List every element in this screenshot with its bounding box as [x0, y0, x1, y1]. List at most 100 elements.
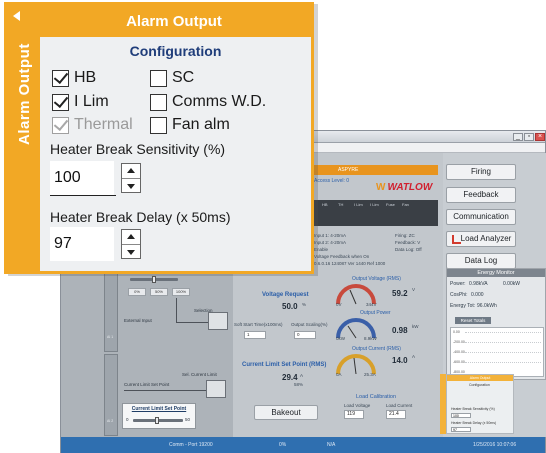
- data-log-button[interactable]: Data Log: [446, 253, 516, 269]
- alarm-header: I Lim: [370, 202, 379, 207]
- power-value-kw: 0.00kW: [503, 281, 520, 287]
- checkbox-box: [52, 115, 69, 134]
- selection-block: [208, 312, 228, 330]
- clsp-label: Current Limit Set Point (RMS): [242, 362, 327, 368]
- output-voltage-unit: V: [412, 287, 416, 292]
- status-datetime: 1/25/2016 10:07:06: [473, 442, 517, 448]
- popup-side-tab[interactable]: Alarm Output: [7, 5, 37, 271]
- output-scaling-input[interactable]: 0: [294, 331, 316, 339]
- alarm-status-table: HB TH I Lim I Lim Fuse Fan: [314, 200, 438, 226]
- mini-hb-sensitivity-label: Heater Break Sensitivity (%): [451, 407, 495, 411]
- input-slider-thumb[interactable]: [152, 276, 156, 283]
- status-comm: Comm - Port 19200: [169, 442, 213, 448]
- firing-button[interactable]: Firing: [446, 164, 516, 180]
- alarm-output-popup: Alarm Output Alarm Output Configuration …: [4, 2, 314, 274]
- popup-side-label: Alarm Output: [16, 43, 33, 145]
- clsp-slider-thumb[interactable]: [155, 417, 159, 424]
- current-gauge-needle: [353, 357, 357, 375]
- power-gauge-max: 8.9kW: [364, 336, 377, 341]
- feedback-button[interactable]: Feedback: [446, 187, 516, 203]
- mini-hb-delay-input[interactable]: 97: [451, 427, 471, 432]
- input-strip-1: AI 1: [104, 270, 118, 352]
- load-voltage-input[interactable]: 119: [344, 410, 364, 419]
- select-50-percent[interactable]: 50%: [150, 288, 168, 296]
- voltage-gauge-needle: [349, 289, 357, 305]
- connector-line: [124, 390, 206, 391]
- chart-icon: [452, 235, 461, 244]
- maximize-icon[interactable]: ▫: [524, 133, 534, 141]
- cosphi-label: CosPhi:: [450, 292, 468, 298]
- hb-sensitivity-label: Heater Break Sensitivity (%): [50, 141, 226, 157]
- voltage-gauge-max: 344V: [366, 302, 377, 307]
- output-scaling-label: Output Scaling(%): [291, 322, 328, 327]
- load-current-label: Load Current: [386, 403, 413, 408]
- bakeout-button[interactable]: Bakeout: [254, 405, 318, 420]
- spin-down-icon[interactable]: [122, 244, 140, 258]
- mini-alarm-panel: Alarm Output Configuration Heater Break …: [446, 374, 514, 434]
- minimize-icon[interactable]: _: [513, 133, 523, 141]
- output-voltage-value: 59.2: [392, 289, 408, 298]
- hb-delay-spinner[interactable]: [121, 229, 141, 259]
- mini-alarm-title: Alarm Output: [447, 375, 513, 381]
- checkbox-label: Comms W.D.: [172, 93, 267, 110]
- energy-chart: 0.00 -200.00 -400.00 -600.00 -800.00: [450, 327, 544, 377]
- checkmark-icon: [53, 115, 69, 132]
- close-icon[interactable]: ×: [535, 133, 545, 141]
- mini-alarm-config: Configuration: [469, 383, 490, 387]
- status-na: N/A: [327, 442, 336, 448]
- soft-start-input[interactable]: 1: [244, 331, 266, 339]
- select-100-percent[interactable]: 100%: [172, 288, 190, 296]
- input-underline: [50, 195, 116, 196]
- checkbox-box[interactable]: [52, 68, 69, 87]
- checkbox-box[interactable]: [150, 94, 167, 111]
- mini-hb-sensitivity-input[interactable]: 100: [451, 413, 471, 418]
- info-line: Voltage Feedback when On: [314, 254, 370, 259]
- current-gauge-min: 0A: [336, 372, 342, 377]
- alarm-header: Fan: [402, 202, 409, 207]
- output-current-value: 14.0: [392, 356, 408, 365]
- checkbox-box[interactable]: [52, 92, 69, 111]
- load-voltage-label: Load Voltage: [344, 403, 371, 408]
- info-line: Feedback: V: [395, 240, 421, 245]
- spin-down-icon[interactable]: [122, 178, 140, 192]
- power-label: Power:: [450, 281, 466, 287]
- load-current-input[interactable]: 21.4: [386, 410, 406, 419]
- clsp-percent: 58%: [294, 382, 304, 387]
- power-gauge-needle: [347, 325, 357, 339]
- popup-titlebar: Alarm Output: [37, 5, 311, 37]
- hb-delay-input[interactable]: 97: [50, 227, 114, 261]
- checkmark-icon: [53, 92, 69, 109]
- communication-button[interactable]: Communication: [446, 209, 516, 225]
- hb-sensitivity-input[interactable]: 100: [50, 161, 114, 195]
- back-arrow-icon[interactable]: [13, 11, 20, 21]
- alarm-header: TH: [338, 202, 344, 207]
- cosphi-value: 0.000: [471, 292, 484, 298]
- external-input-label: External Input: [124, 318, 152, 323]
- current-limit-set-point-label: Current Limit Set Point: [124, 382, 170, 387]
- info-line: Data Log: Off: [395, 247, 422, 252]
- output-power-value: 0.98: [392, 326, 408, 335]
- clsp-max: 50: [185, 417, 191, 422]
- mini-hb-delay-label: Heater Break Delay (x 50ms): [451, 421, 497, 425]
- info-line: 0.6.0.16 124087 Ver 1440 Ref 1000: [314, 261, 386, 266]
- hb-sensitivity-spinner[interactable]: [121, 163, 141, 193]
- checkbox-box[interactable]: [150, 70, 167, 87]
- energy-monitor: Energy Monitor Power: 0.98kVA 0.00kW Cos…: [446, 268, 546, 380]
- voltage-request-label: Voltage Request: [262, 292, 309, 298]
- energy-tick: -200.00: [453, 340, 465, 344]
- current-limit-block: [206, 380, 226, 398]
- select-0-percent[interactable]: 0%: [128, 288, 146, 296]
- grid-line: [465, 332, 541, 333]
- checkbox-label: Fan alm: [172, 116, 230, 133]
- status-percent: 0%: [279, 442, 287, 448]
- access-level: Access Level: 0: [314, 178, 350, 184]
- spin-up-icon[interactable]: [122, 164, 140, 178]
- power-value: 0.98kVA: [469, 281, 488, 287]
- clsp-panel-title: Current Limit Set Point: [131, 406, 187, 412]
- energy-monitor-title: Energy Monitor: [447, 269, 545, 277]
- aspyre-header: ASPYRE: [314, 165, 438, 175]
- checkbox-box[interactable]: [150, 117, 167, 134]
- spin-up-icon[interactable]: [122, 230, 140, 244]
- load-analyzer-button[interactable]: Load Analyzer: [446, 231, 516, 247]
- reset-totals-button[interactable]: Reset Totals: [455, 317, 491, 324]
